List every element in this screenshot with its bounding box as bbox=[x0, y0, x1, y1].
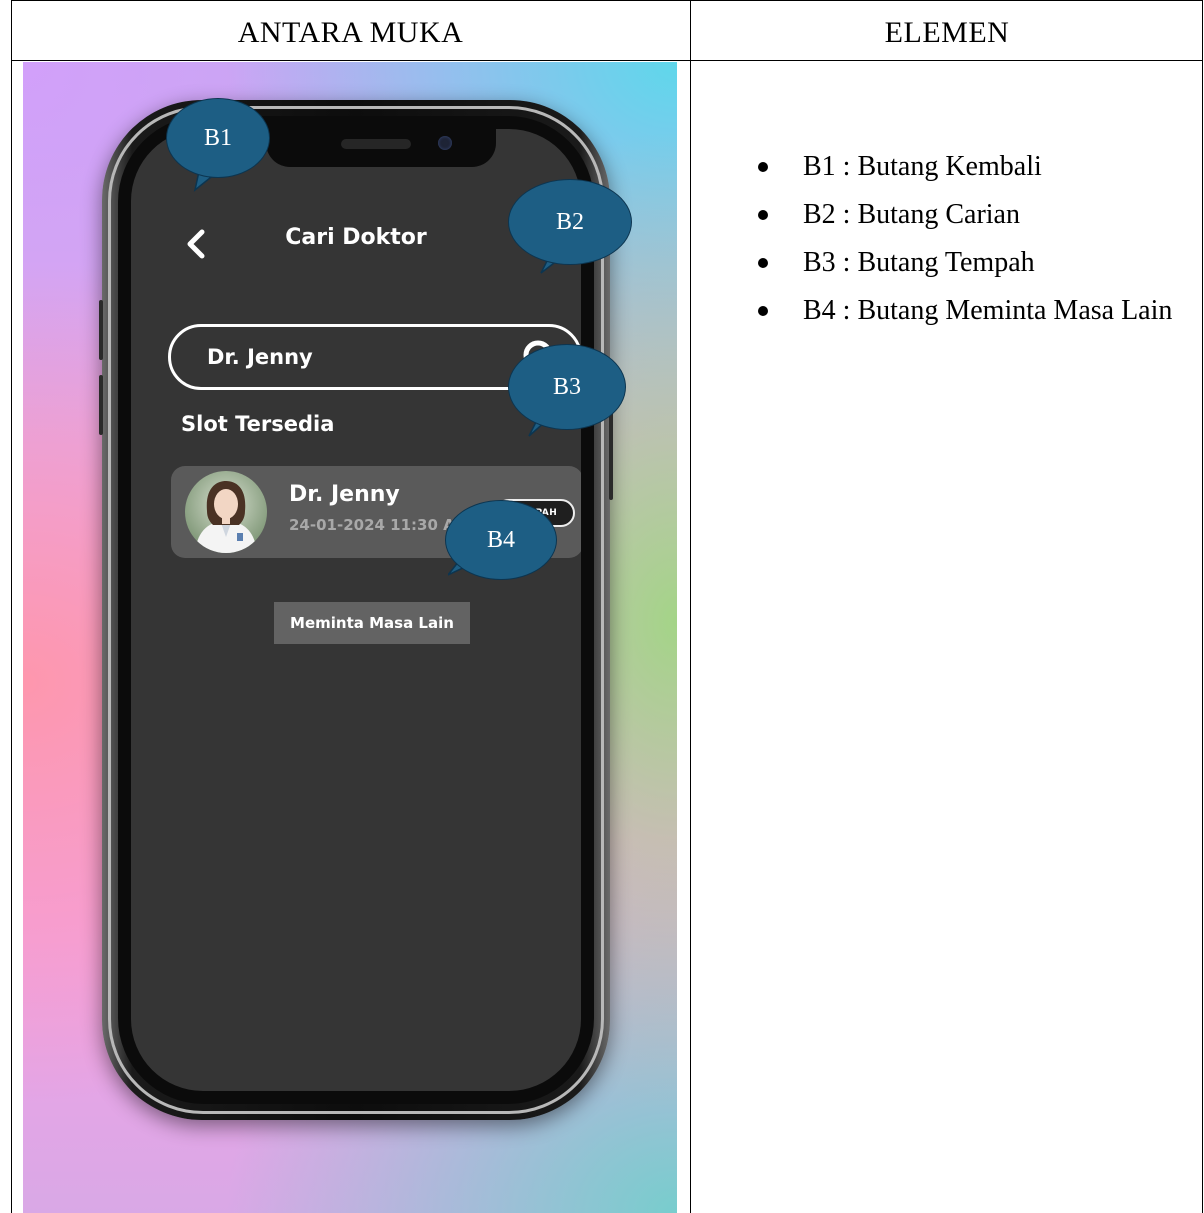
mockup-panel: Cari Doktor Dr. Jenny Slot Tersedia Dr. … bbox=[23, 62, 677, 1213]
callout-b3-label: B3 bbox=[552, 373, 581, 400]
table-right-border bbox=[1202, 0, 1203, 1213]
callout-b4: B4 bbox=[445, 500, 557, 580]
callout-b2-label: B2 bbox=[555, 208, 584, 235]
app-screen: Cari Doktor Dr. Jenny Slot Tersedia Dr. … bbox=[131, 129, 581, 1091]
table-left-border bbox=[11, 0, 12, 1213]
callout-b1-label: B1 bbox=[203, 124, 232, 151]
bullet-icon bbox=[758, 162, 768, 172]
list-item: B4 : Butang Meminta Masa Lain bbox=[752, 294, 1192, 327]
table-column-divider bbox=[690, 0, 691, 1213]
list-item: B2 : Butang Carian bbox=[752, 198, 1192, 231]
section-title: Slot Tersedia bbox=[181, 412, 335, 436]
list-item-text: B4 : Butang Meminta Masa Lain bbox=[803, 295, 1173, 326]
element-list: B1 : Butang Kembali B2 : Butang Carian B… bbox=[752, 150, 1192, 342]
callout-b3: B3 bbox=[508, 344, 626, 430]
table-top-border bbox=[11, 0, 1203, 1]
list-item-text: B3 : Butang Tempah bbox=[803, 247, 1035, 278]
list-item: B3 : Butang Tempah bbox=[752, 246, 1192, 279]
speaker-grille bbox=[341, 139, 411, 149]
callout-b1: B1 bbox=[166, 98, 270, 178]
table-header-divider bbox=[11, 60, 1203, 61]
list-item-text: B1 : Butang Kembali bbox=[803, 151, 1042, 182]
doctor-avatar bbox=[185, 471, 267, 553]
volume-up-button bbox=[99, 300, 103, 360]
front-camera bbox=[438, 136, 452, 150]
phone-notch bbox=[266, 129, 496, 167]
request-other-time-button[interactable]: Meminta Masa Lain bbox=[274, 602, 470, 644]
list-item-text: B2 : Butang Carian bbox=[803, 199, 1020, 230]
column-header-elements: ELEMEN bbox=[884, 16, 1010, 49]
bullet-icon bbox=[758, 258, 768, 268]
list-item: B1 : Butang Kembali bbox=[752, 150, 1192, 183]
callout-b4-label: B4 bbox=[486, 526, 515, 553]
bullet-icon bbox=[758, 210, 768, 220]
volume-down-button bbox=[99, 375, 103, 435]
column-header-interface: ANTARA MUKA bbox=[237, 16, 464, 49]
doctor-name: Dr. Jenny bbox=[289, 482, 400, 507]
callout-b2: B2 bbox=[508, 179, 632, 265]
bullet-icon bbox=[758, 306, 768, 316]
search-input-value: Dr. Jenny bbox=[207, 345, 313, 369]
